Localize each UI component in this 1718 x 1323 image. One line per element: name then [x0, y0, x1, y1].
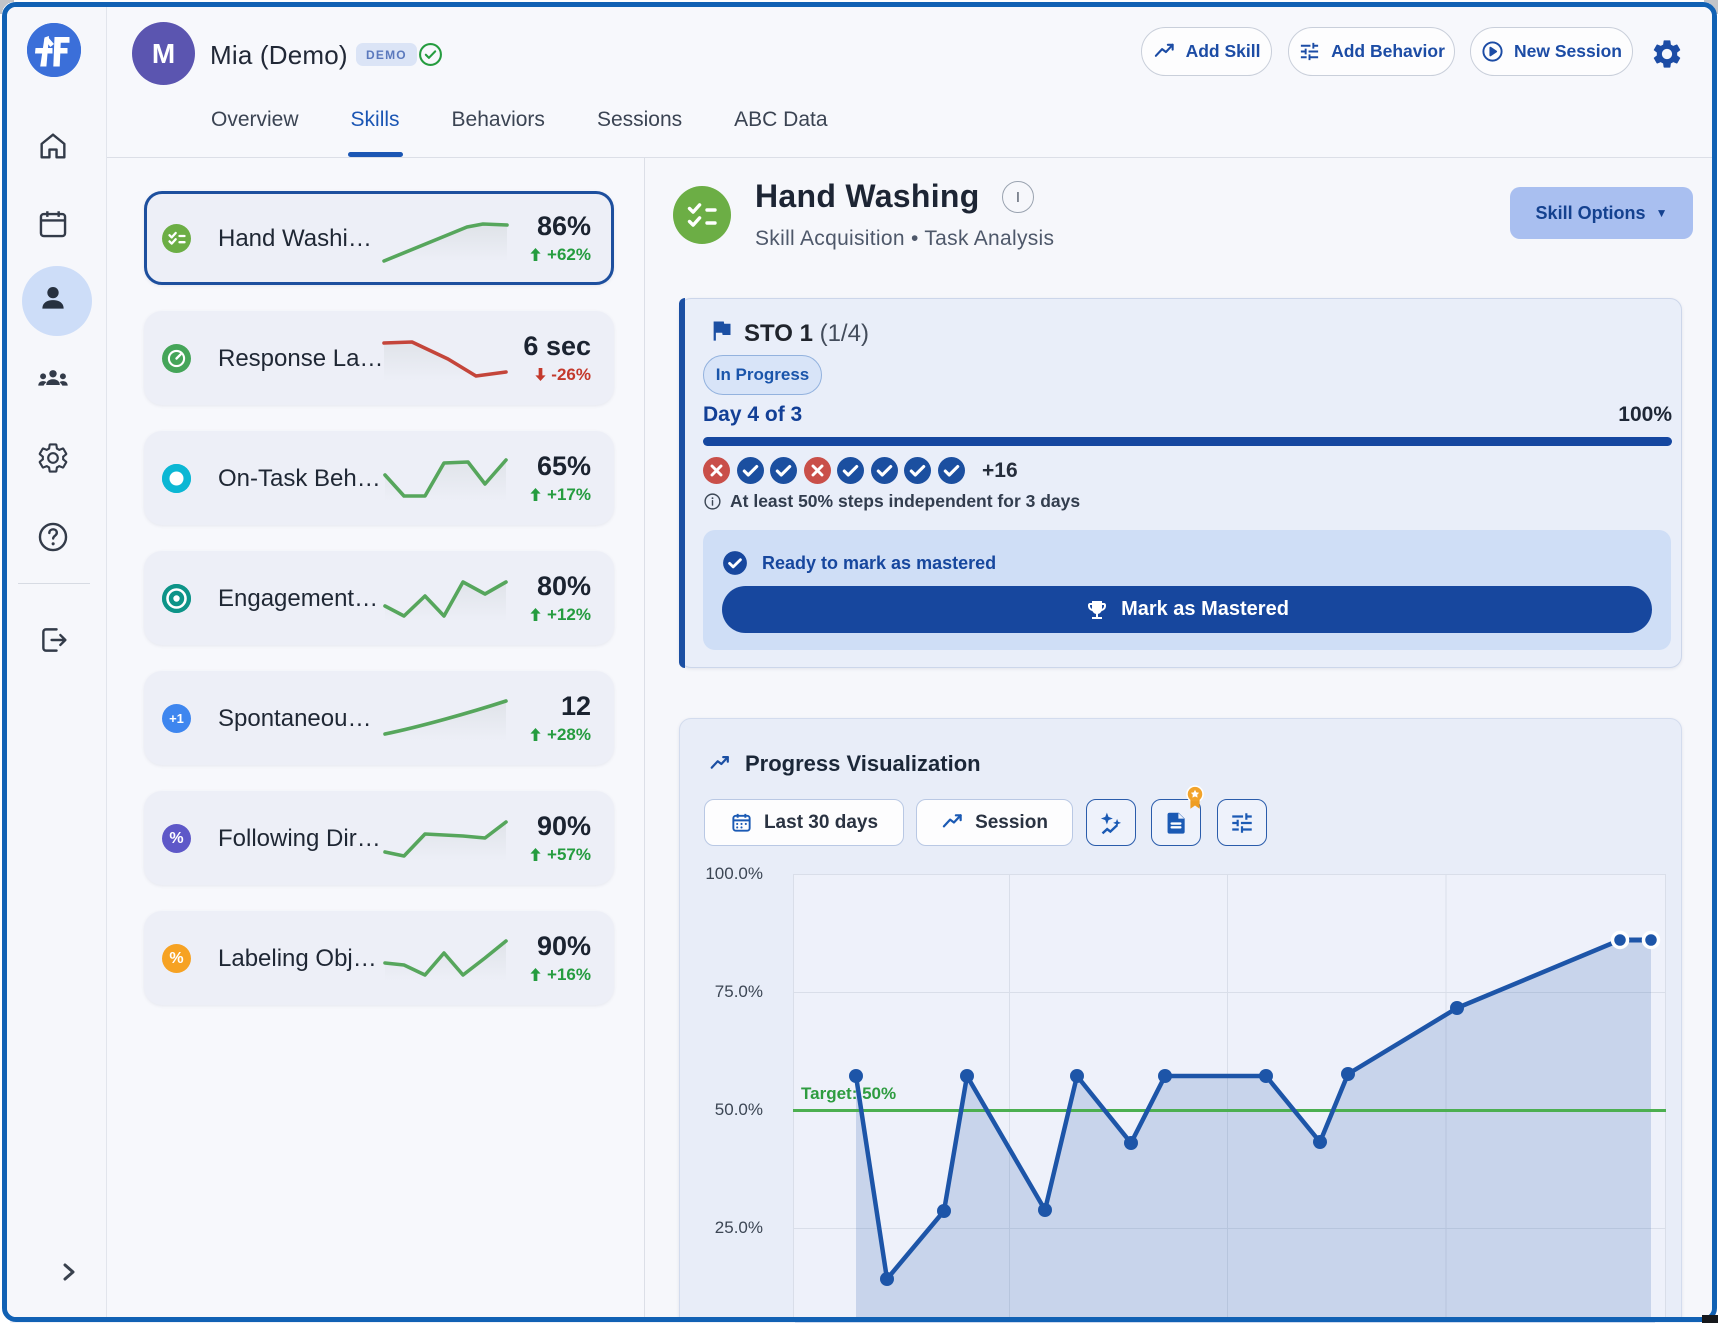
svg-text:Target: 50%: Target: 50% [801, 1084, 896, 1103]
